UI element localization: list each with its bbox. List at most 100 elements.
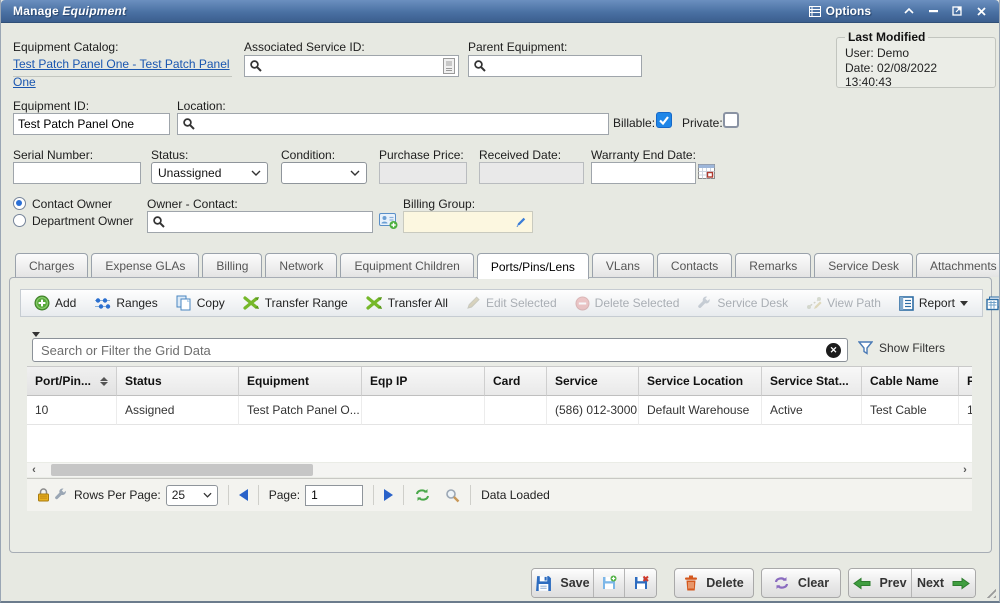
ranges-button[interactable]: Ranges xyxy=(87,292,164,314)
tab-equipment-children[interactable]: Equipment Children xyxy=(340,253,473,277)
scroll-left-icon[interactable]: ‹ xyxy=(27,463,41,477)
parent-equipment-field xyxy=(468,55,642,77)
save-button[interactable]: Save xyxy=(532,569,594,597)
condition-select[interactable] xyxy=(281,162,367,184)
equipment-catalog-field: Test Patch Panel One - Test Patch Panel … xyxy=(13,55,232,77)
tab-attachments[interactable]: Attachments xyxy=(916,253,1000,277)
private-checkbox[interactable] xyxy=(723,112,739,128)
show-filters-button[interactable]: Show Filters xyxy=(858,341,945,355)
ports-pins-lens-panel: Add Ranges Copy Transfer Range Transfer … xyxy=(9,277,992,553)
purchase-price-field xyxy=(379,162,467,184)
delete-button[interactable]: Delete xyxy=(674,568,754,598)
clear-search-icon[interactable]: ✕ xyxy=(826,343,841,358)
column-header-cable-name[interactable]: Cable Name xyxy=(862,367,959,396)
page-number-input[interactable] xyxy=(305,485,363,506)
grid-status-text: Data Loaded xyxy=(481,488,550,502)
save-button-group: Save xyxy=(531,568,657,598)
equipment-id-input[interactable] xyxy=(14,114,169,134)
edit-pencil-icon[interactable] xyxy=(515,216,527,228)
prev-arrow-icon xyxy=(853,577,871,590)
clear-button[interactable]: Clear xyxy=(761,568,841,598)
report-icon xyxy=(899,296,914,311)
tab-billing[interactable]: Billing xyxy=(202,253,262,277)
column-header-service-status[interactable]: Service Stat... xyxy=(762,367,862,396)
edit-selected-button[interactable]: Edit Selected xyxy=(459,292,564,314)
add-contact-icon[interactable] xyxy=(379,212,399,230)
column-header-p[interactable]: P... xyxy=(959,367,972,396)
perspectives-button[interactable]: Perspectives xyxy=(979,292,1000,314)
scroll-right-icon[interactable]: › xyxy=(958,463,972,477)
previous-page-icon[interactable] xyxy=(239,489,248,501)
tab-charges[interactable]: Charges xyxy=(15,253,88,277)
parent-equipment-input[interactable] xyxy=(487,56,641,76)
condition-label: Condition: xyxy=(281,148,335,162)
column-header-service[interactable]: Service xyxy=(547,367,639,396)
lock-icon[interactable] xyxy=(37,488,50,502)
associated-service-id-input[interactable] xyxy=(263,56,443,76)
column-header-eqp-ip[interactable]: Eqp IP xyxy=(362,367,485,396)
titlebar: Manage Equipment Options xyxy=(1,0,999,23)
transfer-range-button[interactable]: Transfer Range xyxy=(236,292,355,314)
copy-button[interactable]: Copy xyxy=(169,292,232,314)
tab-ports-pins-lens[interactable]: Ports/Pins/Lens xyxy=(477,253,589,279)
scrollbar-thumb[interactable] xyxy=(51,464,313,476)
collapse-button[interactable] xyxy=(899,3,919,19)
calendar-icon[interactable] xyxy=(698,163,715,179)
transfer-all-label: Transfer All xyxy=(388,296,448,310)
add-button[interactable]: Add xyxy=(27,292,83,314)
horizontal-scrollbar[interactable]: ‹ › xyxy=(27,463,972,477)
department-owner-radio[interactable]: Department Owner xyxy=(13,214,133,228)
column-header-port-pin[interactable]: Port/Pin... xyxy=(27,367,117,396)
tab-service-desk[interactable]: Service Desk xyxy=(814,253,913,277)
tab-expense-glas[interactable]: Expense GLAs xyxy=(91,253,199,277)
minimize-button[interactable] xyxy=(923,3,943,19)
refresh-icon[interactable] xyxy=(414,488,431,502)
grid-search-field: ✕ xyxy=(32,338,848,362)
billable-checkbox[interactable] xyxy=(656,112,672,128)
column-header-status[interactable]: Status xyxy=(117,367,239,396)
delete-selected-button[interactable]: Delete Selected xyxy=(568,292,687,314)
view-path-button[interactable]: View Path xyxy=(799,292,888,314)
options-menu[interactable]: Options xyxy=(809,4,871,18)
wrench-icon xyxy=(697,296,712,311)
clear-icon xyxy=(773,576,790,590)
save-close-button[interactable] xyxy=(625,569,656,597)
tab-vlans[interactable]: VLans xyxy=(592,253,654,277)
service-id-selector-icon[interactable] xyxy=(443,58,455,74)
rows-per-page-select[interactable]: 25 xyxy=(166,485,218,506)
close-button[interactable] xyxy=(971,3,991,19)
wrench-icon[interactable] xyxy=(54,488,68,502)
prev-button[interactable]: Prev xyxy=(849,569,912,597)
column-header-card[interactable]: Card xyxy=(485,367,547,396)
serial-number-input[interactable] xyxy=(14,163,140,183)
column-header-equipment[interactable]: Equipment xyxy=(239,367,362,396)
column-header-service-location[interactable]: Service Location xyxy=(639,367,762,396)
delete-selected-label: Delete Selected xyxy=(595,296,680,310)
tab-contacts[interactable]: Contacts xyxy=(657,253,732,277)
rows-per-page-value: 25 xyxy=(172,488,185,502)
save-new-button[interactable] xyxy=(594,569,625,597)
copy-icon xyxy=(176,295,192,311)
location-label: Location: xyxy=(177,99,226,113)
owner-contact-input[interactable] xyxy=(166,212,372,232)
resize-grip[interactable] xyxy=(983,585,996,598)
view-path-icon xyxy=(806,296,822,310)
table-row[interactable]: 10 Assigned Test Patch Panel O... (586) … xyxy=(27,396,972,425)
status-select[interactable]: Unassigned xyxy=(151,162,268,184)
next-button[interactable]: Next xyxy=(912,569,975,597)
footer-separator xyxy=(373,485,374,505)
tab-remarks[interactable]: Remarks xyxy=(735,253,811,277)
grid-search-input[interactable] xyxy=(33,343,826,358)
transfer-all-button[interactable]: Transfer All xyxy=(359,292,455,314)
contact-owner-radio[interactable]: Contact Owner xyxy=(13,197,112,211)
service-desk-button[interactable]: Service Desk xyxy=(690,292,795,314)
restore-button[interactable] xyxy=(947,3,967,19)
warranty-end-date-input[interactable] xyxy=(592,163,695,183)
report-button[interactable]: Report xyxy=(892,292,975,314)
trash-icon xyxy=(684,575,698,591)
equipment-catalog-link[interactable]: Test Patch Panel One - Test Patch Panel … xyxy=(13,57,230,89)
location-input[interactable] xyxy=(196,114,608,134)
tab-network[interactable]: Network xyxy=(265,253,337,277)
next-page-icon[interactable] xyxy=(384,489,393,501)
magnifier-icon[interactable] xyxy=(445,488,460,503)
